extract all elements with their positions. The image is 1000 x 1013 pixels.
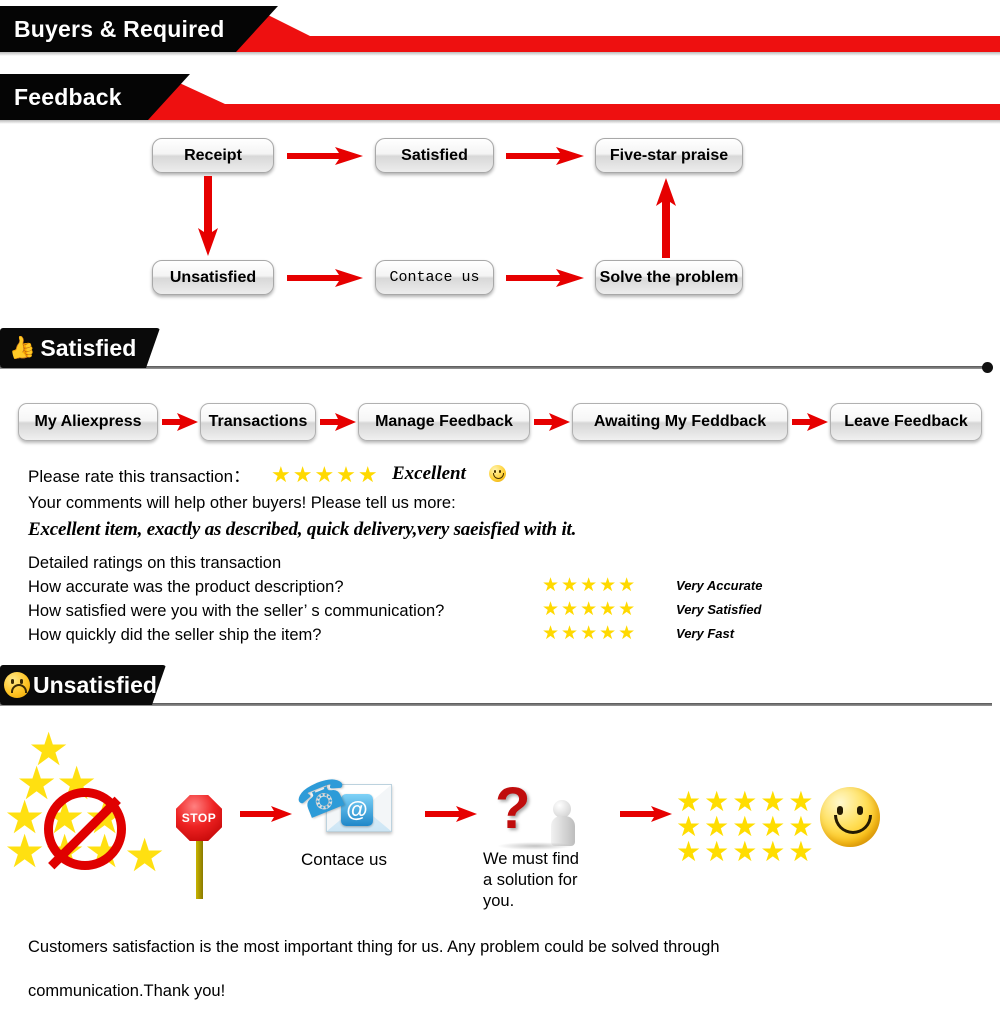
breadcrumb-arrow-icon	[534, 412, 570, 437]
breadcrumb-label: Transactions	[208, 413, 308, 430]
flow-arrow-up-icon	[655, 178, 677, 258]
detail-stars-2[interactable]: ★★★★★	[542, 600, 637, 619]
flow-node-label: Solve the problem	[599, 268, 739, 286]
breadcrumb-label: Leave Feedback	[844, 413, 968, 430]
detail-verdict-1: Very Accurate	[676, 578, 763, 593]
detail-verdict-3: Very Fast	[676, 626, 735, 641]
section-tab-unsatisfied: Unsatisfied	[0, 665, 166, 705]
flow-node-label: Contace us	[389, 269, 480, 286]
flow-node-label: Unsatisfied	[169, 268, 257, 286]
section-label-unsatisfied: Unsatisfied	[33, 671, 157, 698]
five-star-grid: ★★★★★ ★★★★★ ★★★★★	[676, 788, 817, 867]
section-rule	[0, 366, 992, 369]
flow-node-solve-the-problem[interactable]: Solve the problem	[595, 260, 743, 295]
flow-arrow-right-icon	[240, 805, 292, 827]
section-label-satisfied: Satisfied	[40, 334, 137, 361]
detail-question-3: How quickly did the seller ship the item…	[28, 626, 322, 644]
breadcrumb-arrow-icon	[162, 412, 198, 437]
detail-stars-3[interactable]: ★★★★★	[542, 624, 637, 643]
banner-title-buyers: Buyers & Required	[14, 15, 225, 42]
flow-arrow-right-icon	[287, 146, 363, 168]
solution-line-1: We must find	[483, 850, 579, 868]
banner-black-tab: Buyers & Required	[0, 6, 278, 52]
breadcrumb-item-transactions[interactable]: Transactions	[200, 403, 316, 441]
rate-prompt-label: Please rate this transaction	[28, 467, 234, 486]
breadcrumb-item-manage-feedback[interactable]: Manage Feedback	[358, 403, 530, 441]
footer-line-2: communication.Thank you!	[28, 982, 226, 1000]
section-banner-satisfied: 👍 Satisfied	[0, 328, 1000, 374]
flow-node-receipt[interactable]: Receipt	[152, 138, 274, 173]
buyer-comment: Excellent item, exactly as described, qu…	[28, 519, 577, 540]
question-mark-icon: ?	[495, 776, 531, 841]
flow-arrow-right-icon	[506, 146, 584, 168]
detail-verdict-2: Very Satisfied	[676, 602, 762, 617]
solution-message: We must find a solution for you.	[483, 849, 603, 912]
contact-us-label: Contace us	[301, 850, 387, 869]
flow-node-unsatisfied[interactable]: Unsatisfied	[152, 260, 274, 295]
breadcrumb-label: Manage Feedback	[375, 413, 513, 430]
flow-arrow-right-icon	[287, 268, 363, 290]
flow-arrow-down-icon	[197, 176, 219, 256]
banner-under-shadow	[0, 52, 1000, 56]
banner-under-shadow	[0, 120, 1000, 124]
cluster-star: ★	[124, 829, 166, 881]
solution-line-2: a solution for	[483, 871, 578, 889]
breadcrumb-item-leave-feedback[interactable]: Leave Feedback	[830, 403, 982, 441]
rate-stars[interactable]: ★★★★★	[271, 464, 380, 486]
flow-node-contact-us[interactable]: Contace us	[375, 260, 494, 295]
breadcrumb-item-awaiting-my-feddback[interactable]: Awaiting My Feddback	[572, 403, 788, 441]
breadcrumb-item-my-aliexpress[interactable]: My Aliexpress	[18, 403, 158, 441]
smiley-face-icon	[820, 787, 880, 847]
comments-hint: Your comments will help other buyers! Pl…	[28, 494, 456, 512]
stop-sign-label: STOP	[181, 811, 217, 825]
breadcrumb-arrow-icon	[792, 412, 828, 437]
flow-arrow-right-icon	[506, 268, 584, 290]
question-mark-person-icon: ?	[495, 776, 575, 850]
flow-node-five-star-praise[interactable]: Five-star praise	[595, 138, 743, 173]
flow-node-label: Satisfied	[401, 146, 468, 164]
prohibition-icon	[44, 788, 126, 870]
thumbs-up-icon: 👍	[5, 332, 38, 363]
footer-line-1: Customers satisfaction is the most impor…	[28, 938, 720, 956]
banner-title-feedback: Feedback	[14, 83, 122, 110]
rate-prompt-row: Please rate this transaction：	[28, 462, 250, 487]
flow-node-label: Five-star praise	[609, 146, 729, 164]
detail-question-2: How satisfied were you with the seller’ …	[28, 602, 445, 620]
solution-line-3: you.	[483, 892, 515, 910]
section-banner-unsatisfied: Unsatisfied	[0, 665, 1000, 711]
detail-question-1: How accurate was the product description…	[28, 578, 344, 596]
breadcrumb-label: Awaiting My Feddback	[593, 413, 767, 430]
rate-prompt-colon: ：	[233, 467, 251, 486]
rate-smiley-icon	[489, 465, 506, 484]
breadcrumb-arrow-icon	[320, 412, 356, 437]
flow-arrow-right-icon	[425, 805, 477, 827]
detailed-ratings-title: Detailed ratings on this transaction	[28, 554, 282, 572]
star-grid-row-3: ★★★★★	[676, 836, 817, 867]
flow-arrow-right-icon	[620, 805, 672, 827]
sad-face-icon	[4, 672, 30, 698]
rate-verdict: Excellent	[392, 463, 466, 484]
breadcrumb-label: My Aliexpress	[34, 413, 142, 430]
stop-sign-icon: STOP	[176, 795, 222, 899]
flow-node-label: Receipt	[184, 146, 242, 164]
section-rule-end-dot	[982, 362, 993, 373]
section-tab-satisfied: 👍 Satisfied	[0, 328, 160, 368]
cluster-star: ★	[4, 825, 46, 877]
contact-us-icon: @ ☎	[290, 766, 392, 844]
detail-stars-1[interactable]: ★★★★★	[542, 576, 637, 595]
flow-node-satisfied[interactable]: Satisfied	[375, 138, 494, 173]
